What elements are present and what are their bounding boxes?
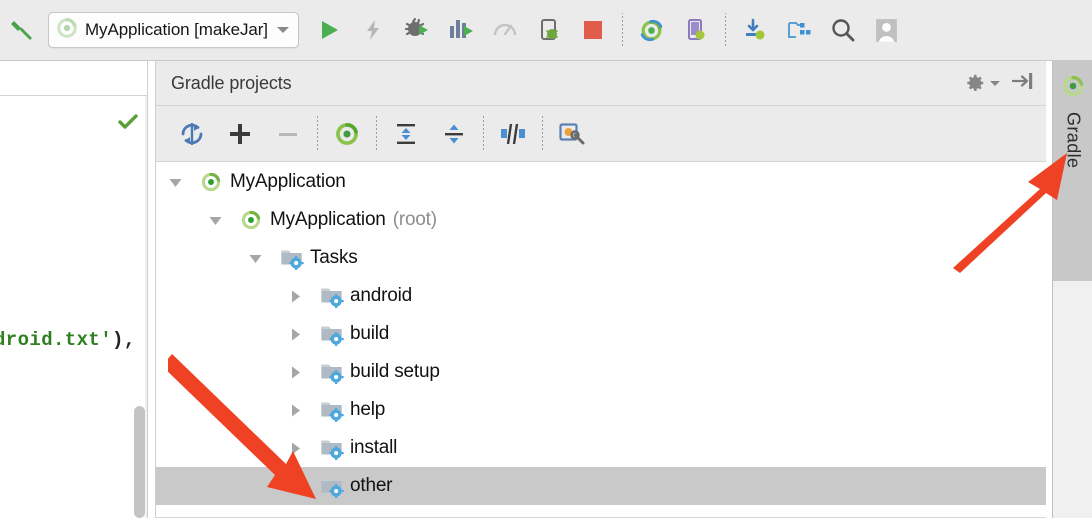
hammer-icon[interactable] [0, 8, 44, 52]
toolbar-separator [621, 13, 623, 47]
chevron-right-icon[interactable] [284, 353, 306, 391]
tree-node-install[interactable]: install [156, 429, 1046, 467]
refresh-sync-icon[interactable] [168, 112, 216, 156]
tree-node-label: build setup [350, 361, 440, 382]
tree-node-other[interactable]: other [156, 467, 1046, 505]
gradle-run-config-icon [56, 17, 78, 44]
task-folder-icon [318, 321, 344, 347]
tree-node-label: android [350, 285, 412, 306]
tool-window-header: Gradle projects [156, 61, 1046, 106]
play-icon[interactable] [307, 8, 351, 52]
task-folder-icon [318, 283, 344, 309]
minus-icon [264, 112, 312, 156]
task-folder-icon [318, 397, 344, 423]
gradle-project-icon [198, 169, 224, 195]
tab-strip-empty-area [1053, 281, 1092, 518]
tool-window-toolbar [156, 106, 1046, 162]
tool-window-header-actions [964, 71, 1046, 96]
task-folder-icon [318, 359, 344, 385]
gradle-project-tree[interactable]: MyApplication MyApplication (root) Tasks and… [156, 163, 1046, 518]
gradle-settings-wrench-icon[interactable] [548, 112, 596, 156]
tree-node-tasks[interactable]: Tasks [156, 239, 1046, 277]
tree-node-build[interactable]: build [156, 315, 1046, 353]
tree-node-myapplication[interactable]: MyApplication [156, 163, 1046, 201]
chevron-right-icon[interactable] [284, 429, 306, 467]
main-toolbar: MyApplication [makeJar] [0, 0, 1092, 61]
chevron-down-icon[interactable] [164, 163, 186, 201]
tool-window-title: Gradle projects [171, 72, 292, 93]
editor-pane: droid.txt'), [0, 61, 148, 518]
green-checkmark-icon[interactable] [117, 113, 139, 131]
tree-node-label: help [350, 399, 386, 420]
task-folder-icon [318, 473, 344, 499]
chevron-right-icon[interactable] [284, 315, 306, 353]
tree-node-help[interactable]: help [156, 391, 1046, 429]
editor-scrollbar-thumb[interactable] [134, 406, 145, 518]
user-avatar-icon[interactable] [865, 8, 909, 52]
profiler-bars-icon[interactable] [439, 8, 483, 52]
tree-node-label: install [350, 437, 398, 458]
chevron-down-icon[interactable] [204, 201, 226, 239]
gradle-sync-icon[interactable] [630, 8, 674, 52]
hide-right-icon[interactable] [1010, 71, 1034, 96]
chevron-down-icon[interactable] [276, 27, 289, 33]
gear-icon[interactable] [964, 72, 1000, 94]
avd-manager-icon[interactable] [674, 8, 718, 52]
task-folder-icon [318, 435, 344, 461]
tree-node-myapplication[interactable]: MyApplication (root) [156, 201, 1046, 239]
tree-node-label: MyApplication [270, 209, 386, 230]
sidebar-item-label: Gradle [1063, 112, 1084, 169]
run-configuration-label: MyApplication [makeJar] [85, 20, 268, 39]
tree-node-label: Tasks [310, 247, 358, 268]
offline-mode-icon[interactable] [489, 112, 537, 156]
android-studio-window: MyApplication [makeJar] droid.txt'), Gra… [0, 0, 1092, 518]
sidebar-item-gradle[interactable]: Gradle [1053, 61, 1092, 281]
toolbar-separator [542, 115, 543, 152]
right-tool-window-bar: Gradle [1052, 61, 1092, 518]
chevron-right-icon[interactable] [284, 391, 306, 429]
gradle-run-icon[interactable] [323, 112, 371, 156]
code-string-literal: droid.txt' [0, 329, 113, 351]
toolbar-separator [317, 115, 318, 152]
gradle-project-icon [238, 207, 264, 233]
tree-node-label: MyApplication [230, 171, 346, 192]
code-fragment[interactable]: droid.txt'), [0, 329, 136, 351]
plus-icon[interactable] [216, 112, 264, 156]
lightning-bolt-icon[interactable] [351, 8, 395, 52]
toolbar-separator [724, 13, 726, 47]
chevron-down-icon[interactable] [244, 239, 266, 277]
gradle-elephant-icon [1060, 73, 1086, 104]
tree-node-label: build [350, 323, 390, 344]
project-structure-icon[interactable] [777, 8, 821, 52]
expand-all-icon[interactable] [382, 112, 430, 156]
debug-bug-icon[interactable] [395, 8, 439, 52]
attach-debugger-icon[interactable] [527, 8, 571, 52]
search-icon[interactable] [821, 8, 865, 52]
editor-toolwindow-divider[interactable] [147, 61, 148, 518]
chevron-right-icon[interactable] [284, 277, 306, 315]
stop-square-icon[interactable] [571, 8, 615, 52]
editor-tab-strip [0, 61, 148, 96]
gauge-icon[interactable] [483, 8, 527, 52]
tree-node-android[interactable]: android [156, 277, 1046, 315]
tree-node-label: other [350, 475, 393, 496]
gradle-tool-window: Gradle projects MyApplication MyApplicat… [155, 61, 1046, 518]
toolbar-separator [376, 115, 377, 152]
tree-node-suffix: (root) [392, 209, 437, 230]
toolbar-separator [483, 115, 484, 152]
chevron-down-icon[interactable] [284, 467, 306, 505]
code-punctuation: ), [112, 329, 136, 351]
sdk-manager-icon[interactable] [733, 8, 777, 52]
tree-node-build-setup[interactable]: build setup [156, 353, 1046, 391]
run-configuration-selector[interactable]: MyApplication [makeJar] [48, 12, 299, 48]
collapse-all-icon[interactable] [430, 112, 478, 156]
task-folder-icon [278, 245, 304, 271]
